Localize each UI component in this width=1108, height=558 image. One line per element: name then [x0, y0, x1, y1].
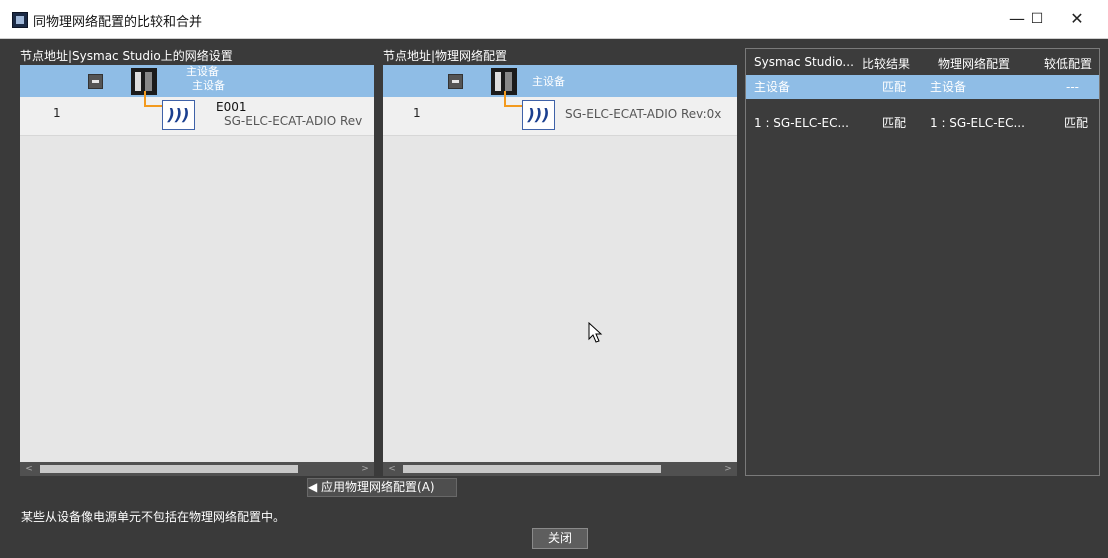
column-header-sysmac[interactable]: Sysmac Studio... [754, 55, 854, 69]
tree-connector [144, 91, 164, 107]
slave-row[interactable]: 1 ))) E001 SG-ELC-ECAT-ADIO Rev [20, 91, 374, 136]
collapse-icon[interactable] [88, 74, 103, 89]
cell-result: 匹配 [882, 116, 907, 130]
ethercat-io-icon: ))) [162, 100, 195, 130]
scroll-thumb[interactable] [40, 465, 298, 473]
table-row[interactable]: 1 : SG-ELC-EC... 匹配 1 : SG-ELC-EC... 匹配 [746, 111, 1099, 135]
title-bar[interactable]: 同物理网络配置的比较和合并 — ☐ ✕ [0, 0, 1108, 39]
scroll-thumb[interactable] [403, 465, 661, 473]
column-header-result[interactable]: 比较结果 [862, 55, 910, 72]
apply-physical-config-button[interactable]: ◀ 应用物理网络配置(A) [307, 478, 457, 497]
close-button[interactable]: 关闭 [532, 528, 588, 549]
cell-sysmac: 1 : SG-ELC-EC... [754, 116, 849, 130]
physical-network-pane: 节点地址|物理网络配置 主设备 1 ))) SG-ELC-ECAT-ADIO R… [383, 48, 737, 476]
mid-horizontal-scrollbar[interactable]: < > [383, 462, 737, 476]
cell-lower: 匹配 [1064, 116, 1089, 130]
collapse-icon[interactable] [448, 74, 463, 89]
cell-physical: 1 : SG-ELC-EC... [930, 116, 1025, 130]
scroll-left-icon[interactable]: < [23, 463, 35, 475]
slave-row[interactable]: 1 ))) SG-ELC-ECAT-ADIO Rev:0x [383, 91, 737, 136]
slave-device-model: SG-ELC-ECAT-ADIO Rev [224, 114, 363, 128]
sysmac-network-pane: 节点地址|Sysmac Studio上的网络设置 主设备 主设备 1 ))) E… [20, 48, 374, 476]
scroll-right-icon[interactable]: > [722, 463, 734, 475]
ethercat-io-icon: ))) [522, 100, 555, 130]
scroll-left-icon[interactable]: < [386, 463, 398, 475]
scroll-right-icon[interactable]: > [359, 463, 371, 475]
comparison-result-pane: Sysmac Studio... 比较结果 物理网络配置 较低配置 主设备 匹配… [745, 48, 1100, 476]
master-label: 主设备 [532, 75, 565, 88]
table-row[interactable]: 主设备 匹配 主设备 --- [746, 75, 1099, 99]
window-title: 同物理网络配置的比较和合并 [33, 15, 203, 30]
status-message: 某些从设备像电源单元不包括在物理网络配置中。 [21, 510, 286, 524]
compare-merge-dialog: 同物理网络配置的比较和合并 — ☐ ✕ 节点地址|Sysmac Studio上的… [0, 0, 1108, 558]
column-header-physical[interactable]: 物理网络配置 [938, 55, 1010, 72]
left-horizontal-scrollbar[interactable]: < > [20, 462, 374, 476]
tree-connector [504, 91, 524, 107]
close-window-button[interactable]: ✕ [1054, 4, 1100, 34]
slave-device-name: E001 [216, 100, 247, 114]
slave-device-model: SG-ELC-ECAT-ADIO Rev:0x [565, 107, 722, 121]
master-sublabel: 主设备 [192, 79, 225, 92]
master-row[interactable]: 主设备 [383, 65, 737, 97]
node-address: 1 [53, 106, 61, 120]
cell-result: 匹配 [882, 80, 907, 94]
cell-sysmac: 主设备 [754, 80, 791, 94]
node-address: 1 [413, 106, 421, 120]
cell-lower: --- [1066, 80, 1079, 94]
mouse-cursor-icon [588, 322, 603, 343]
app-icon [12, 12, 28, 28]
mid-pane-header: 节点地址|物理网络配置 [383, 48, 737, 65]
master-row[interactable]: 主设备 主设备 [20, 65, 374, 97]
column-header-lower[interactable]: 较低配置 [1044, 55, 1092, 72]
cell-physical: 主设备 [930, 80, 967, 94]
